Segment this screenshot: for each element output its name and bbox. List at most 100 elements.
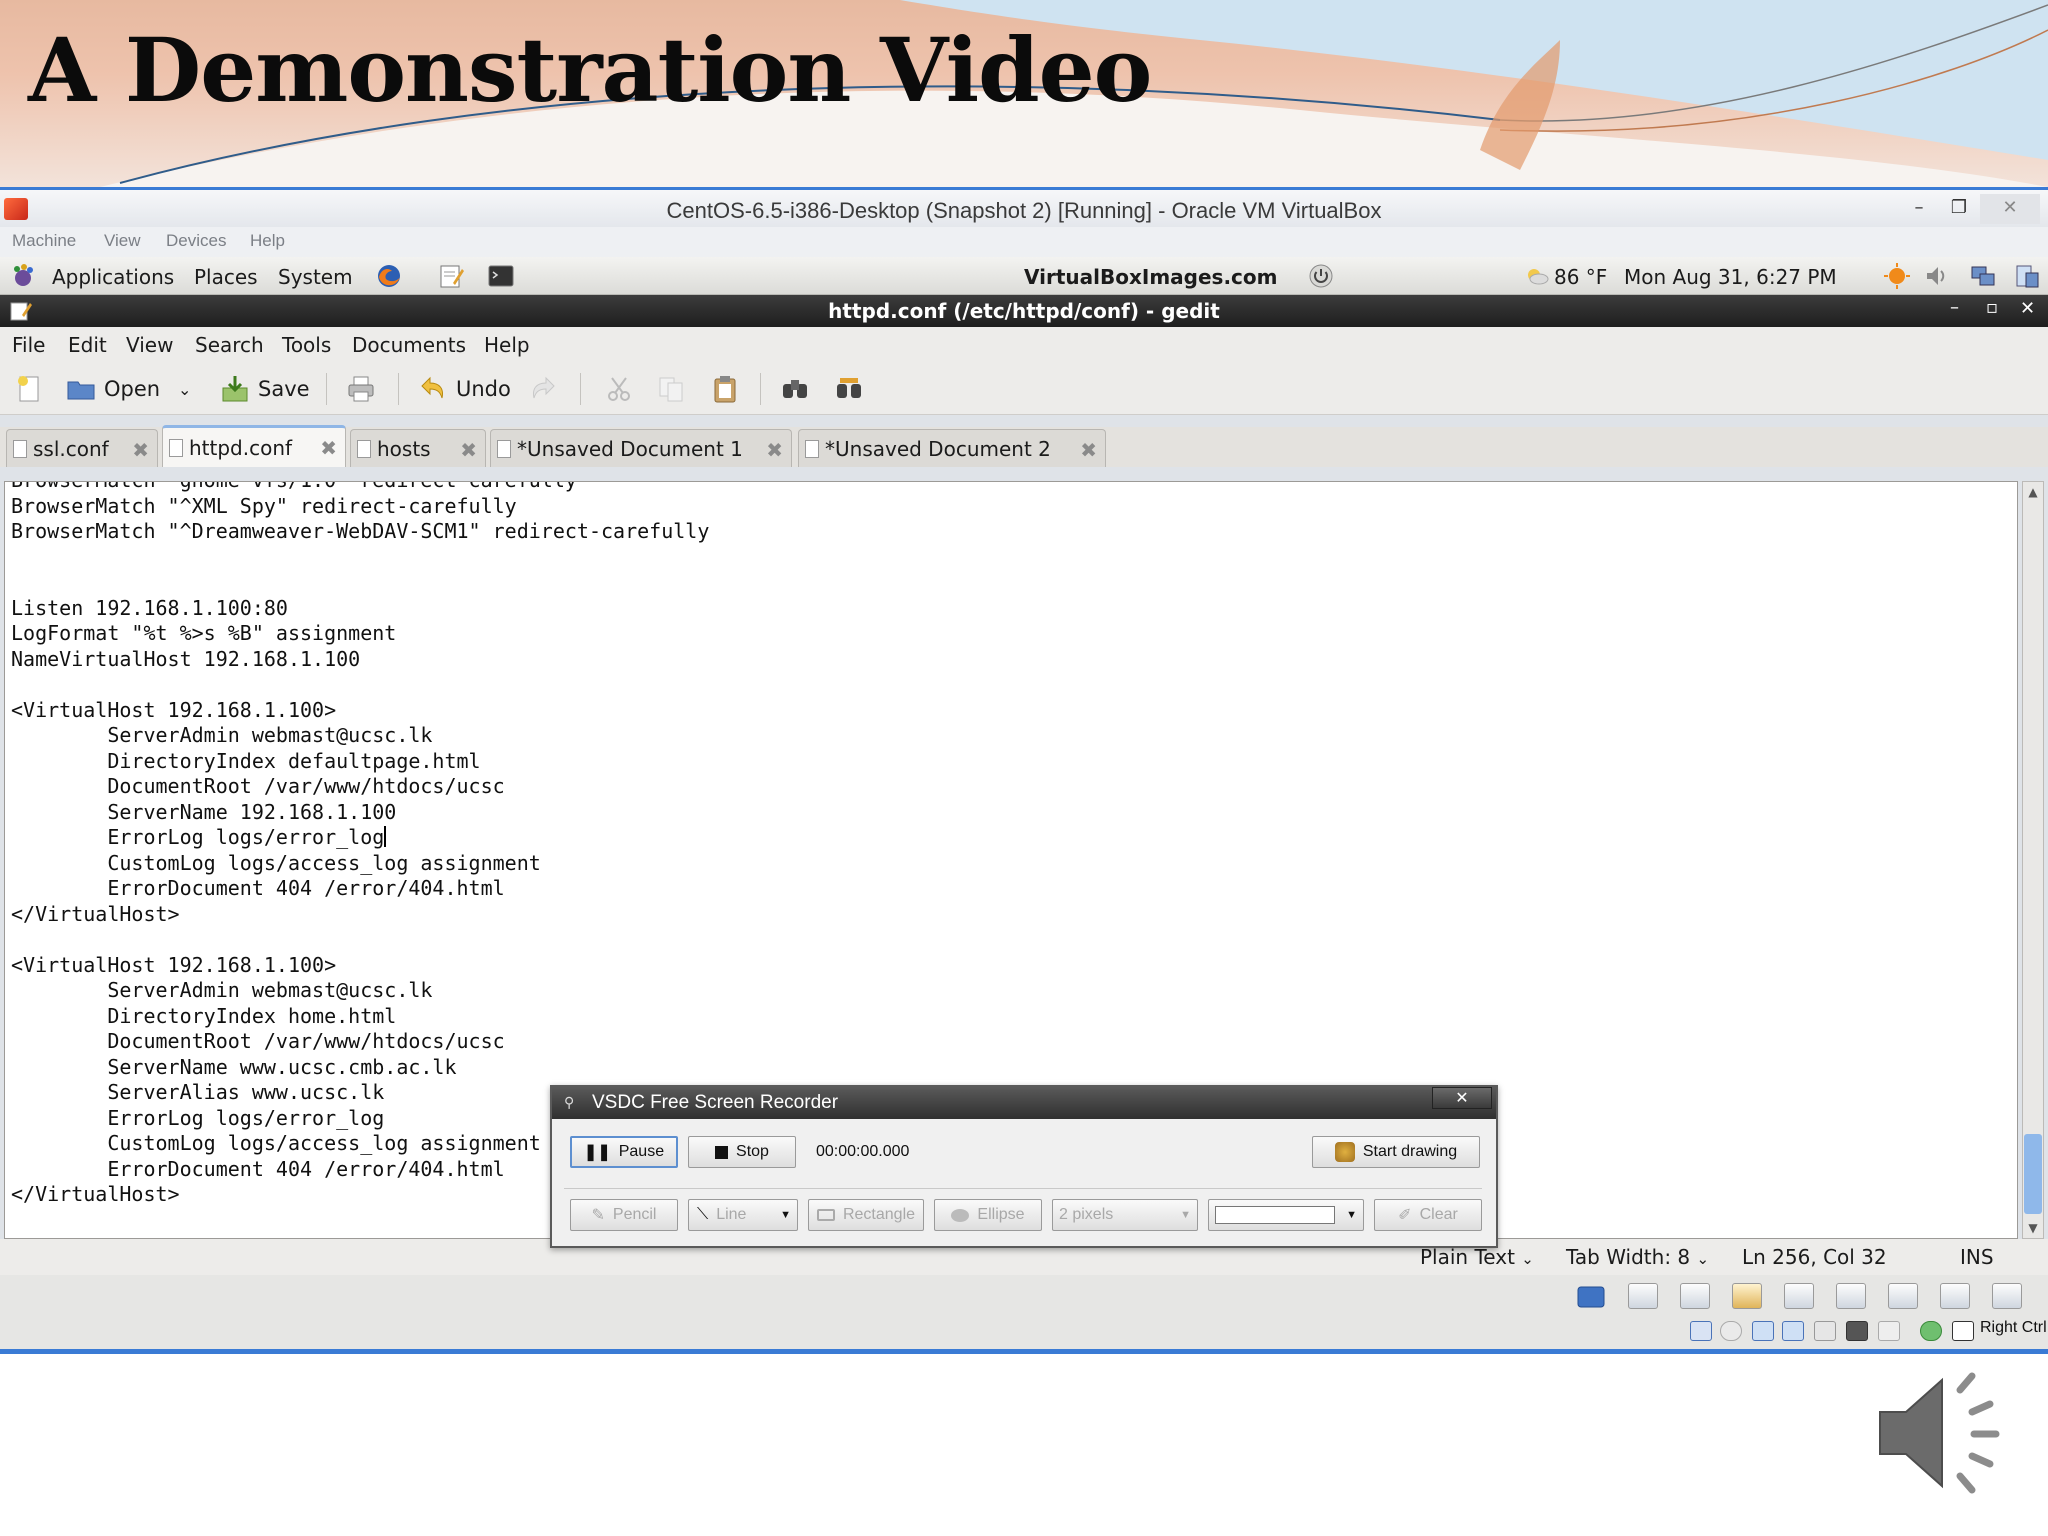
open-button[interactable]: Open (66, 371, 160, 407)
speaker-icon[interactable] (1876, 1370, 2012, 1496)
code-line: DocumentRoot /var/www/htdocs/ucsc (11, 774, 505, 798)
scroll-up-icon[interactable]: ▲ (2023, 482, 2043, 502)
hard-disk-status-icon[interactable] (1690, 1321, 1712, 1341)
recorder-close-button[interactable]: ✕ (1432, 1087, 1492, 1109)
gedit-menu-help[interactable]: Help (484, 333, 530, 357)
display-status-icon[interactable] (1814, 1321, 1836, 1341)
menu-view[interactable]: View (104, 231, 141, 251)
toolbar-separator (580, 373, 581, 405)
task-window-icon[interactable] (1680, 1283, 1710, 1309)
terminal-launcher-icon[interactable] (488, 263, 514, 289)
tab-hosts[interactable]: hosts ✖ (350, 429, 486, 467)
task-folder-icon[interactable] (1836, 1283, 1866, 1309)
gedit-menu-tools[interactable]: Tools (282, 333, 331, 357)
task-gedit-icon[interactable] (1732, 1283, 1762, 1309)
gedit-titlebar: httpd.conf (/etc/httpd/conf) - gedit – ▫… (0, 295, 2048, 327)
start-drawing-button[interactable]: Start drawing (1312, 1136, 1480, 1168)
gedit-menu-edit[interactable]: Edit (68, 333, 107, 357)
usb-status-icon[interactable] (1752, 1321, 1774, 1341)
task-folder-icon[interactable] (1940, 1283, 1970, 1309)
power-icon[interactable] (1308, 263, 1334, 289)
language-selector[interactable]: Plain Text ⌄ (1420, 1245, 1534, 1269)
volume-icon[interactable] (1924, 263, 1950, 289)
gedit-menu-search[interactable]: Search (195, 333, 264, 357)
paste-icon (714, 376, 736, 403)
open-recent-dropdown[interactable]: ⌄ (178, 371, 191, 407)
guest-additions-status-icon[interactable] (1920, 1321, 1942, 1341)
tab-httpd-conf[interactable]: httpd.conf ✖ (162, 425, 346, 467)
gedit-maximize-button[interactable]: ▫ (1986, 297, 1998, 318)
menu-help[interactable]: Help (250, 231, 285, 251)
code-line: ServerAdmin webmast@ucsc.lk (11, 978, 433, 1002)
find-button[interactable] (780, 371, 810, 407)
scroll-thumb[interactable] (2024, 1134, 2042, 1214)
undo-button[interactable]: Undo (418, 371, 511, 407)
close-button[interactable]: ✕ (1980, 194, 2040, 224)
pause-button[interactable]: ❚❚ Pause (570, 1136, 678, 1168)
scroll-down-icon[interactable]: ▼ (2023, 1218, 2043, 1238)
mouse-integration-status-icon[interactable] (1878, 1321, 1900, 1341)
updates-sun-icon[interactable] (1884, 263, 1910, 289)
cursor-position: Ln 256, Col 32 (1742, 1245, 1887, 1269)
weather-icon (1528, 269, 1549, 285)
redo-icon (533, 376, 555, 399)
pencil-label: Pencil (612, 1206, 657, 1223)
code-line: BrowserMatch "^Dreamweaver-WebDAV-SCM1" … (11, 519, 710, 543)
gedit-menu-file[interactable]: File (12, 333, 45, 357)
minimize-button[interactable]: – (1904, 194, 1934, 224)
panel-clock[interactable]: Mon Aug 31, 6:27 PM (1624, 265, 1837, 289)
shared-folders-status-icon[interactable] (1782, 1321, 1804, 1341)
save-button[interactable]: Save (220, 371, 310, 407)
find-replace-button[interactable] (834, 371, 864, 407)
restore-button[interactable]: ❐ (1944, 194, 1974, 224)
ellipse-tool-button[interactable]: Ellipse (934, 1199, 1042, 1231)
task-terminal-icon[interactable] (1628, 1283, 1658, 1309)
firefox-icon[interactable] (376, 263, 402, 289)
tab-unsaved-document-2[interactable]: *Unsaved Document 2 ✖ (798, 429, 1106, 467)
line-tool-button[interactable]: ⟍ Line ▼ (688, 1199, 798, 1231)
clear-button[interactable]: ✐ Clear (1374, 1199, 1482, 1231)
rectangle-tool-button[interactable]: Rectangle (808, 1199, 924, 1231)
redo-button[interactable] (528, 371, 558, 407)
task-window-icon[interactable] (1784, 1283, 1814, 1309)
task-disk-icon[interactable] (1888, 1283, 1918, 1309)
optical-drive-status-icon[interactable] (1720, 1321, 1742, 1341)
tab-ssl-conf[interactable]: ssl.conf ✖ (6, 429, 158, 467)
gnome-top-panel: Applications Places System VirtualBoxIma… (0, 257, 2048, 295)
stop-button[interactable]: Stop (688, 1136, 796, 1168)
cut-button[interactable] (604, 371, 634, 407)
vertical-scrollbar[interactable]: ▲ ▼ (2022, 481, 2044, 1239)
show-desktop-icon[interactable] (1576, 1281, 1606, 1311)
print-button[interactable] (346, 371, 376, 407)
applications-menu[interactable]: Applications (52, 265, 174, 289)
tab-close-icon[interactable]: ✖ (766, 438, 783, 462)
pencil-tool-button[interactable]: ✎ Pencil (570, 1199, 678, 1231)
tab-close-icon[interactable]: ✖ (460, 438, 477, 462)
display-icon[interactable] (2014, 263, 2040, 289)
gedit-menu-view[interactable]: View (126, 333, 173, 357)
tab-close-icon[interactable]: ✖ (132, 438, 149, 462)
text-editor-launcher-icon[interactable] (438, 263, 464, 289)
tab-unsaved-document-1[interactable]: *Unsaved Document 1 ✖ (490, 429, 792, 467)
menu-devices[interactable]: Devices (166, 231, 226, 251)
tab-width-selector[interactable]: Tab Width: 8 ⌄ (1566, 1245, 1709, 1269)
line-width-select[interactable]: 2 pixels ▼ (1052, 1199, 1198, 1231)
chevron-down-icon: ▼ (780, 1209, 791, 1221)
menu-machine[interactable]: Machine (12, 231, 76, 251)
color-select[interactable]: ▼ (1208, 1199, 1364, 1231)
task-globe-icon[interactable] (1992, 1283, 2022, 1309)
gedit-close-button[interactable]: ✕ (2020, 298, 2035, 319)
copy-button[interactable] (656, 371, 686, 407)
network-icon[interactable] (1970, 263, 1996, 289)
video-capture-status-icon[interactable] (1846, 1321, 1868, 1341)
places-menu[interactable]: Places (194, 265, 258, 289)
tab-close-icon[interactable]: ✖ (320, 436, 337, 460)
system-menu[interactable]: System (278, 265, 353, 289)
new-document-button[interactable] (14, 371, 44, 407)
gedit-menu-documents[interactable]: Documents (352, 333, 466, 357)
gedit-minimize-button[interactable]: – (1950, 297, 1959, 318)
line-icon: ⟍ (697, 1206, 709, 1223)
tab-close-icon[interactable]: ✖ (1080, 438, 1097, 462)
paste-button[interactable] (710, 371, 740, 407)
